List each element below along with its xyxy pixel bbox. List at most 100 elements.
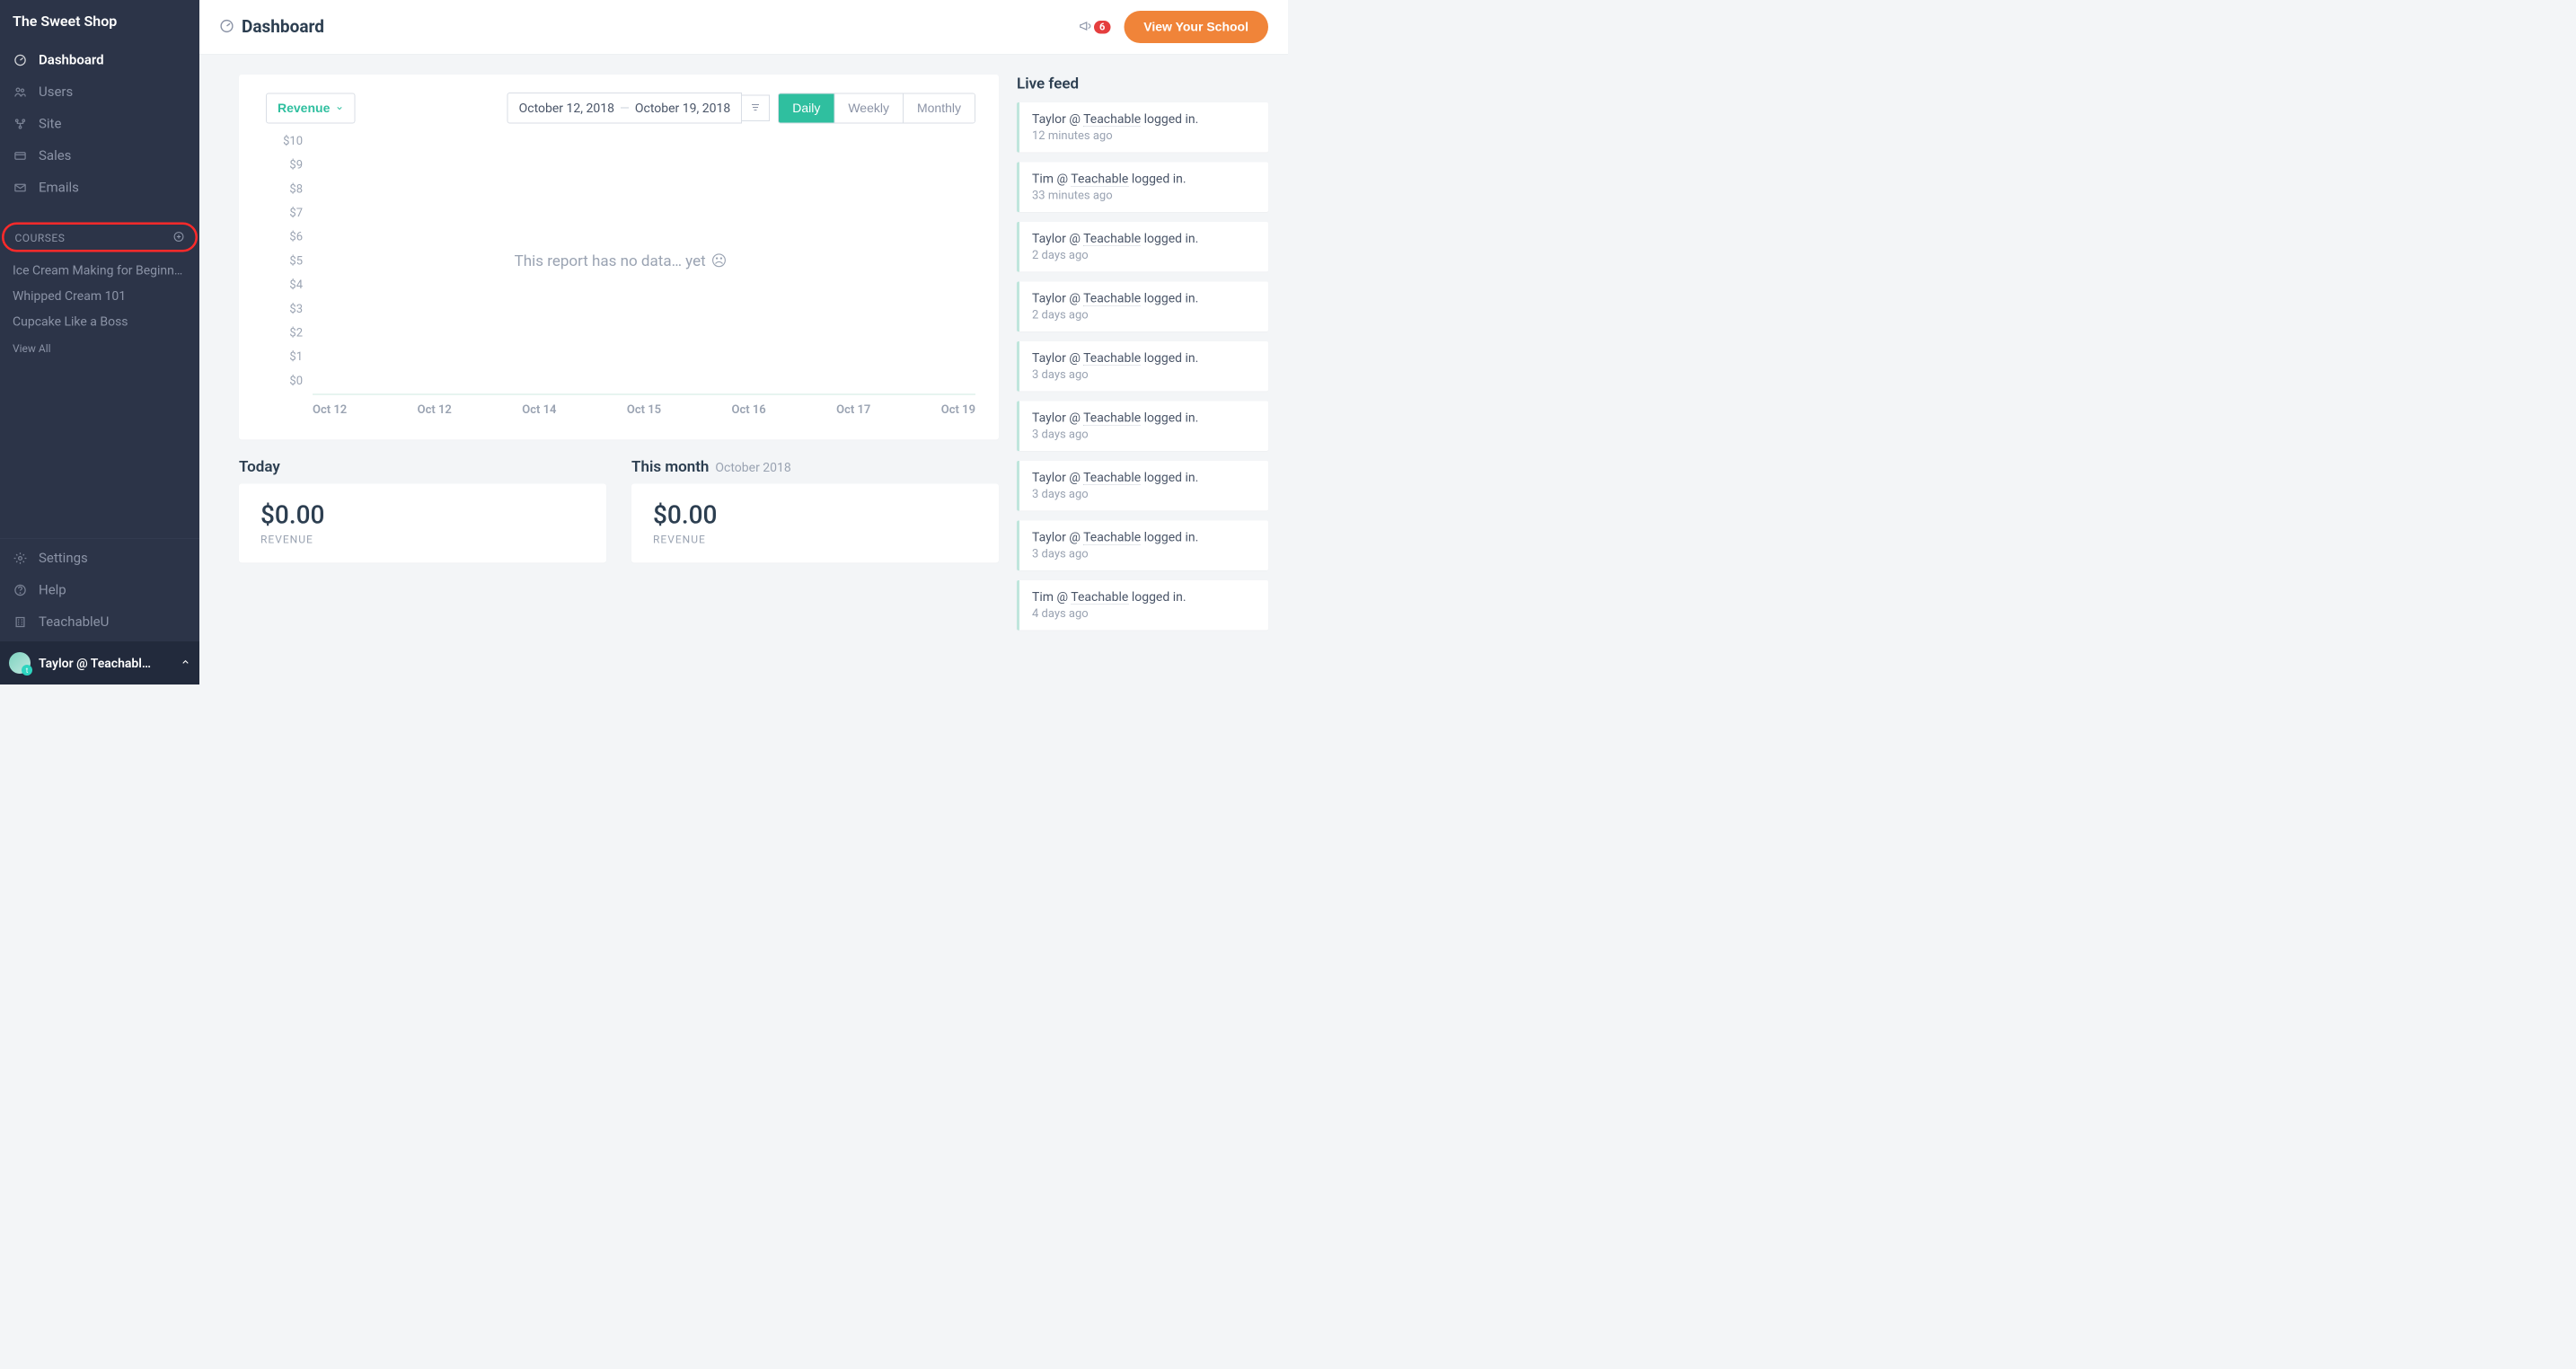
feed-time: 3 days ago [1032, 488, 1257, 501]
stat-month-value: $0.00 [653, 500, 977, 530]
x-tick: Oct 12 [418, 403, 452, 417]
feed-time: 3 days ago [1032, 547, 1257, 561]
sidebar-item-settings[interactable]: Settings [0, 543, 199, 575]
brand-title[interactable]: The Sweet Shop [13, 13, 117, 30]
courses-section-header[interactable]: COURSES [2, 223, 198, 252]
chevron-up-icon [181, 658, 190, 669]
date-end: October 19, 2018 [635, 101, 730, 116]
notifications[interactable]: 6 [1079, 20, 1110, 34]
sidebar: The Sweet Shop Dashboard Users Site Sale… [0, 0, 199, 684]
sidebar-item-sales[interactable]: Sales [0, 140, 199, 172]
feed-item[interactable]: Tim @ Teachable logged in. 4 days ago [1017, 580, 1268, 631]
sidebar-label: Dashboard [39, 52, 104, 68]
course-item[interactable]: Cupcake Like a Boss [0, 309, 199, 335]
y-tick: $0 [289, 374, 303, 387]
y-tick: $5 [289, 254, 303, 268]
feed-item[interactable]: Taylor @ Teachable logged in.3 days ago [1017, 461, 1268, 511]
view-all-link[interactable]: View All [0, 336, 199, 361]
seg-monthly[interactable]: Monthly [903, 93, 975, 122]
feed-time: 3 days ago [1032, 428, 1257, 441]
stat-month-metric: REVENUE [653, 534, 977, 546]
feed-item[interactable]: Taylor @ Teachable logged in. 3 days ago [1017, 341, 1268, 392]
course-item[interactable]: Whipped Cream 101 [0, 283, 199, 309]
sidebar-item-teachableu[interactable]: TeachableU [0, 606, 199, 639]
sidebar-item-help[interactable]: Help [0, 574, 199, 606]
feed-time: 33 minutes ago [1032, 189, 1257, 202]
users-icon [13, 84, 28, 100]
y-tick: $2 [289, 326, 303, 340]
chart-empty-message: This report has no data… yet ☹ [515, 252, 728, 269]
dash-separator: — [620, 101, 630, 116]
user-menu[interactable]: Taylor @ Teachabl… [0, 641, 199, 684]
sidebar-item-site[interactable]: Site [0, 108, 199, 140]
stat-today-metric: REVENUE [260, 534, 585, 546]
feed-item[interactable]: Taylor @ Teachable logged in.3 days ago [1017, 402, 1268, 452]
page-title: Dashboard [242, 17, 324, 37]
feed-time: 3 days ago [1032, 368, 1257, 382]
main: Dashboard 6 View Your School Revenue [199, 0, 1288, 684]
sidebar-item-users[interactable]: Users [0, 76, 199, 109]
date-range-picker[interactable]: October 12, 2018 — October 19, 2018 [507, 93, 743, 124]
seg-daily[interactable]: Daily [779, 93, 834, 122]
sidebar-item-emails[interactable]: Emails [0, 172, 199, 204]
sort-icon [750, 102, 761, 115]
megaphone-icon [1079, 20, 1091, 34]
site-icon [13, 116, 28, 131]
empty-text: This report has no data… yet [515, 252, 706, 269]
avatar [9, 652, 31, 674]
feed-text: Taylor @ Teachable logged in. [1032, 291, 1257, 306]
feed-text: Taylor @ Teachable logged in. [1032, 350, 1257, 366]
y-tick: $6 [289, 230, 303, 243]
y-tick: $1 [289, 350, 303, 364]
feed-time: 2 days ago [1032, 308, 1257, 322]
topbar: Dashboard 6 View Your School [199, 0, 1288, 55]
feed-text: Tim @ Teachable logged in. [1032, 589, 1257, 605]
feed-item[interactable]: Taylor @ Teachable logged in.12 minutes … [1017, 102, 1268, 153]
sidebar-item-dashboard[interactable]: Dashboard [0, 44, 199, 76]
sidebar-label: TeachableU [39, 614, 109, 631]
sort-button[interactable] [742, 95, 770, 122]
seg-weekly[interactable]: Weekly [834, 93, 903, 122]
course-item[interactable]: Ice Cream Making for Beginn… [0, 258, 199, 284]
x-axis: Oct 12Oct 12Oct 14Oct 15Oct 16Oct 17Oct … [313, 398, 975, 422]
feed-time: 4 days ago [1032, 607, 1257, 621]
stat-month-card: $0.00 REVENUE [631, 484, 999, 563]
y-tick: $10 [283, 135, 303, 148]
chart-area: $10$9$8$7$6$5$4$3$2$1$0 This report has … [266, 135, 975, 422]
granularity-segment: Daily Weekly Monthly [778, 93, 975, 123]
x-tick: Oct 15 [627, 403, 661, 417]
plus-circle-icon[interactable] [173, 231, 185, 245]
sidebar-label: Settings [39, 551, 88, 567]
feed-text: Taylor @ Teachable logged in. [1032, 111, 1257, 127]
feed-item[interactable]: Taylor @ Teachable logged in. 3 days ago [1017, 521, 1268, 571]
feed-text: Tim @ Teachable logged in. [1032, 172, 1257, 187]
x-tick: Oct 17 [836, 403, 870, 417]
feed-text: Taylor @ Teachable logged in. [1032, 231, 1257, 246]
x-tick: Oct 14 [522, 403, 556, 417]
feed-item[interactable]: Tim @ Teachable logged in. 33 minutes ago [1017, 163, 1268, 213]
sad-face-icon: ☹ [711, 252, 728, 269]
stat-month-title: This month [631, 458, 709, 476]
x-tick: Oct 16 [732, 403, 766, 417]
x-tick: Oct 12 [313, 403, 347, 417]
courses-label: COURSES [15, 232, 66, 244]
feed-text: Taylor @ Teachable logged in. [1032, 530, 1257, 545]
feed-list: Taylor @ Teachable logged in.12 minutes … [1017, 102, 1268, 631]
chevron-down-icon [335, 101, 343, 115]
sidebar-label: Sales [39, 148, 71, 164]
feed-item[interactable]: Taylor @ Teachable logged in. 2 days ago [1017, 222, 1268, 272]
metric-dropdown[interactable]: Revenue [266, 93, 355, 123]
notification-badge: 6 [1094, 21, 1110, 34]
feed-time: 2 days ago [1032, 249, 1257, 262]
help-icon [13, 582, 28, 597]
feed-title: Live feed [1017, 75, 1268, 93]
gear-icon [13, 551, 28, 566]
stat-today-value: $0.00 [260, 500, 585, 530]
stat-today-card: $0.00 REVENUE [239, 484, 606, 563]
view-school-button[interactable]: View Your School [1124, 11, 1268, 43]
y-tick: $3 [289, 302, 303, 315]
sidebar-label: Users [39, 84, 73, 101]
y-tick: $7 [289, 207, 303, 220]
dropdown-label: Revenue [278, 101, 330, 115]
feed-item[interactable]: Taylor @ Teachable logged in. 2 days ago [1017, 282, 1268, 332]
